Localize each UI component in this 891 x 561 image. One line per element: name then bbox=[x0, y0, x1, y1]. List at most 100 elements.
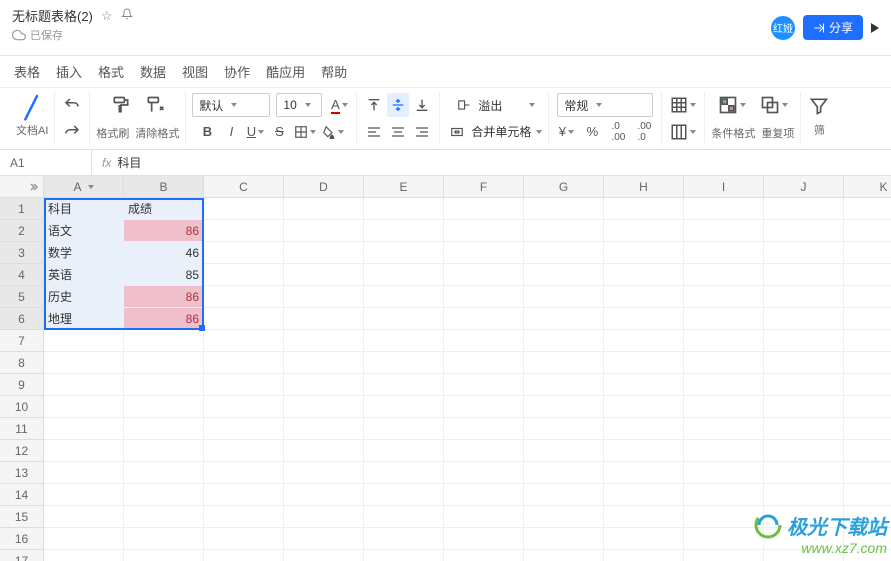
cell[interactable] bbox=[604, 484, 684, 506]
cell[interactable] bbox=[364, 506, 444, 528]
row-header[interactable]: 4 bbox=[0, 264, 44, 286]
cell[interactable]: 86 bbox=[124, 220, 204, 242]
cell[interactable] bbox=[44, 550, 124, 561]
cell[interactable] bbox=[764, 396, 844, 418]
cell[interactable] bbox=[844, 418, 891, 440]
row-header[interactable]: 3 bbox=[0, 242, 44, 264]
cell[interactable] bbox=[524, 374, 604, 396]
cell[interactable] bbox=[444, 418, 524, 440]
cell[interactable] bbox=[284, 352, 364, 374]
cell[interactable] bbox=[844, 484, 891, 506]
cell[interactable] bbox=[604, 462, 684, 484]
cell[interactable] bbox=[124, 374, 204, 396]
cell[interactable] bbox=[124, 506, 204, 528]
cell[interactable] bbox=[604, 374, 684, 396]
cell[interactable] bbox=[124, 550, 204, 561]
cell[interactable] bbox=[844, 264, 891, 286]
cell[interactable] bbox=[604, 286, 684, 308]
cell[interactable] bbox=[684, 440, 764, 462]
cell[interactable] bbox=[364, 396, 444, 418]
cell[interactable] bbox=[684, 396, 764, 418]
cell[interactable] bbox=[284, 528, 364, 550]
cell[interactable] bbox=[284, 396, 364, 418]
cell[interactable] bbox=[364, 528, 444, 550]
column-header[interactable]: J bbox=[764, 176, 844, 198]
cell[interactable] bbox=[844, 396, 891, 418]
cell[interactable] bbox=[844, 308, 891, 330]
cell[interactable] bbox=[284, 220, 364, 242]
cell[interactable] bbox=[604, 308, 684, 330]
cell[interactable] bbox=[604, 220, 684, 242]
cell[interactable] bbox=[524, 462, 604, 484]
redo-button[interactable] bbox=[61, 120, 83, 144]
cell[interactable] bbox=[44, 396, 124, 418]
strikethrough-button[interactable]: S bbox=[268, 120, 290, 144]
cell[interactable] bbox=[444, 264, 524, 286]
row-header[interactable]: 10 bbox=[0, 396, 44, 418]
cell[interactable] bbox=[764, 220, 844, 242]
cell[interactable]: 地理 bbox=[44, 308, 124, 330]
cell[interactable] bbox=[444, 286, 524, 308]
cell[interactable]: 历史 bbox=[44, 286, 124, 308]
cell[interactable] bbox=[684, 506, 764, 528]
cell[interactable] bbox=[764, 308, 844, 330]
cell[interactable] bbox=[124, 418, 204, 440]
cell[interactable] bbox=[524, 330, 604, 352]
cell[interactable] bbox=[764, 264, 844, 286]
row-header[interactable]: 11 bbox=[0, 418, 44, 440]
cell[interactable] bbox=[444, 440, 524, 462]
cell[interactable] bbox=[604, 242, 684, 264]
italic-button[interactable]: I bbox=[220, 120, 242, 144]
cell[interactable] bbox=[444, 484, 524, 506]
cell[interactable] bbox=[204, 308, 284, 330]
cell[interactable] bbox=[204, 242, 284, 264]
cell[interactable] bbox=[44, 330, 124, 352]
cell[interactable] bbox=[684, 462, 764, 484]
cell[interactable] bbox=[524, 264, 604, 286]
cell[interactable] bbox=[364, 242, 444, 264]
align-right-button[interactable] bbox=[411, 120, 433, 144]
delete-rowcol-button[interactable] bbox=[668, 120, 698, 144]
document-title[interactable]: 无标题表格(2) bbox=[12, 6, 93, 25]
cell[interactable] bbox=[524, 220, 604, 242]
menu-data[interactable]: 数据 bbox=[140, 62, 166, 81]
chevron-down-icon[interactable] bbox=[88, 185, 94, 189]
cell[interactable] bbox=[524, 528, 604, 550]
row-header[interactable]: 14 bbox=[0, 484, 44, 506]
menu-help[interactable]: 帮助 bbox=[321, 62, 347, 81]
cell[interactable] bbox=[204, 462, 284, 484]
cell[interactable] bbox=[364, 462, 444, 484]
row-header[interactable]: 1 bbox=[0, 198, 44, 220]
cell[interactable] bbox=[364, 550, 444, 561]
select-all-corner[interactable] bbox=[0, 176, 44, 198]
cell[interactable] bbox=[684, 220, 764, 242]
cell[interactable] bbox=[604, 528, 684, 550]
cell[interactable] bbox=[524, 286, 604, 308]
cell[interactable] bbox=[204, 264, 284, 286]
cell[interactable] bbox=[524, 440, 604, 462]
bold-button[interactable]: B bbox=[196, 120, 218, 144]
cell[interactable]: 数学 bbox=[44, 242, 124, 264]
cell[interactable] bbox=[284, 550, 364, 561]
row-header[interactable]: 7 bbox=[0, 330, 44, 352]
cell[interactable] bbox=[524, 396, 604, 418]
borders-button[interactable] bbox=[292, 120, 318, 144]
cell[interactable] bbox=[604, 550, 684, 561]
cell[interactable] bbox=[844, 330, 891, 352]
column-header[interactable]: I bbox=[684, 176, 764, 198]
cell[interactable]: 语文 bbox=[44, 220, 124, 242]
cell[interactable] bbox=[764, 286, 844, 308]
number-format-select[interactable]: 常规 bbox=[557, 93, 653, 117]
cell[interactable] bbox=[124, 352, 204, 374]
cell[interactable] bbox=[284, 374, 364, 396]
cell[interactable] bbox=[364, 220, 444, 242]
cell[interactable] bbox=[44, 462, 124, 484]
column-header[interactable]: H bbox=[604, 176, 684, 198]
cell[interactable] bbox=[764, 440, 844, 462]
cell[interactable]: 成绩 bbox=[124, 198, 204, 220]
cell[interactable] bbox=[684, 330, 764, 352]
cell[interactable] bbox=[444, 462, 524, 484]
cell[interactable] bbox=[284, 330, 364, 352]
cell[interactable] bbox=[444, 352, 524, 374]
row-header[interactable]: 17 bbox=[0, 550, 44, 561]
